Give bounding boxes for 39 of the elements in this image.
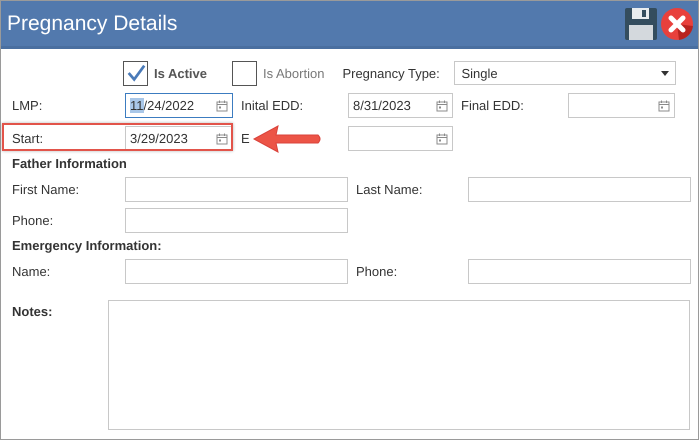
field-label: Last Name: bbox=[355, 182, 424, 197]
checkbox-label: Is Abortion bbox=[263, 66, 324, 80]
field-label: E bbox=[240, 131, 251, 146]
calendar-icon[interactable] bbox=[436, 132, 448, 144]
calendar-icon[interactable] bbox=[216, 100, 228, 112]
text-field[interactable] bbox=[125, 208, 348, 233]
field-label: Final EDD: bbox=[460, 98, 525, 113]
close-icon[interactable] bbox=[660, 6, 694, 40]
text-field[interactable] bbox=[468, 259, 691, 284]
field-label: Start: bbox=[12, 131, 44, 146]
checkbox[interactable] bbox=[123, 60, 148, 86]
checkbox[interactable] bbox=[232, 60, 257, 86]
text-field[interactable] bbox=[125, 177, 348, 202]
date-field[interactable]: 11/24/2022 bbox=[125, 93, 233, 118]
date-field[interactable]: 3/29/2023 bbox=[125, 126, 233, 151]
date-field[interactable] bbox=[568, 93, 675, 118]
field-label: Name: bbox=[12, 264, 52, 279]
section-heading: Emergency Information: bbox=[12, 238, 163, 253]
field-label: Phone: bbox=[355, 264, 398, 279]
type-dropdown[interactable]: Single bbox=[454, 61, 676, 85]
field-label: Inital EDD: bbox=[240, 98, 304, 113]
date-field[interactable] bbox=[348, 126, 453, 151]
field-label: First Name: bbox=[12, 182, 80, 197]
checkbox-label: Is Active bbox=[154, 66, 207, 80]
section-heading: Father Information bbox=[12, 156, 128, 171]
date-field[interactable]: 8/31/2023 bbox=[348, 93, 453, 118]
field-label: Phone: bbox=[12, 213, 54, 228]
field-label: LMP: bbox=[12, 98, 44, 113]
calendar-icon[interactable] bbox=[658, 100, 670, 112]
caret-icon bbox=[661, 70, 670, 76]
save-icon[interactable] bbox=[624, 6, 658, 40]
text-field[interactable] bbox=[125, 259, 348, 284]
calendar-icon[interactable] bbox=[216, 132, 228, 144]
notes-field[interactable] bbox=[108, 300, 690, 430]
notes-label: Notes: bbox=[12, 303, 54, 319]
calendar-icon[interactable] bbox=[436, 100, 448, 112]
field-label: Pregnancy Type: bbox=[342, 66, 441, 80]
window-title: Pregnancy Details bbox=[7, 12, 178, 36]
text-field[interactable] bbox=[468, 177, 691, 202]
